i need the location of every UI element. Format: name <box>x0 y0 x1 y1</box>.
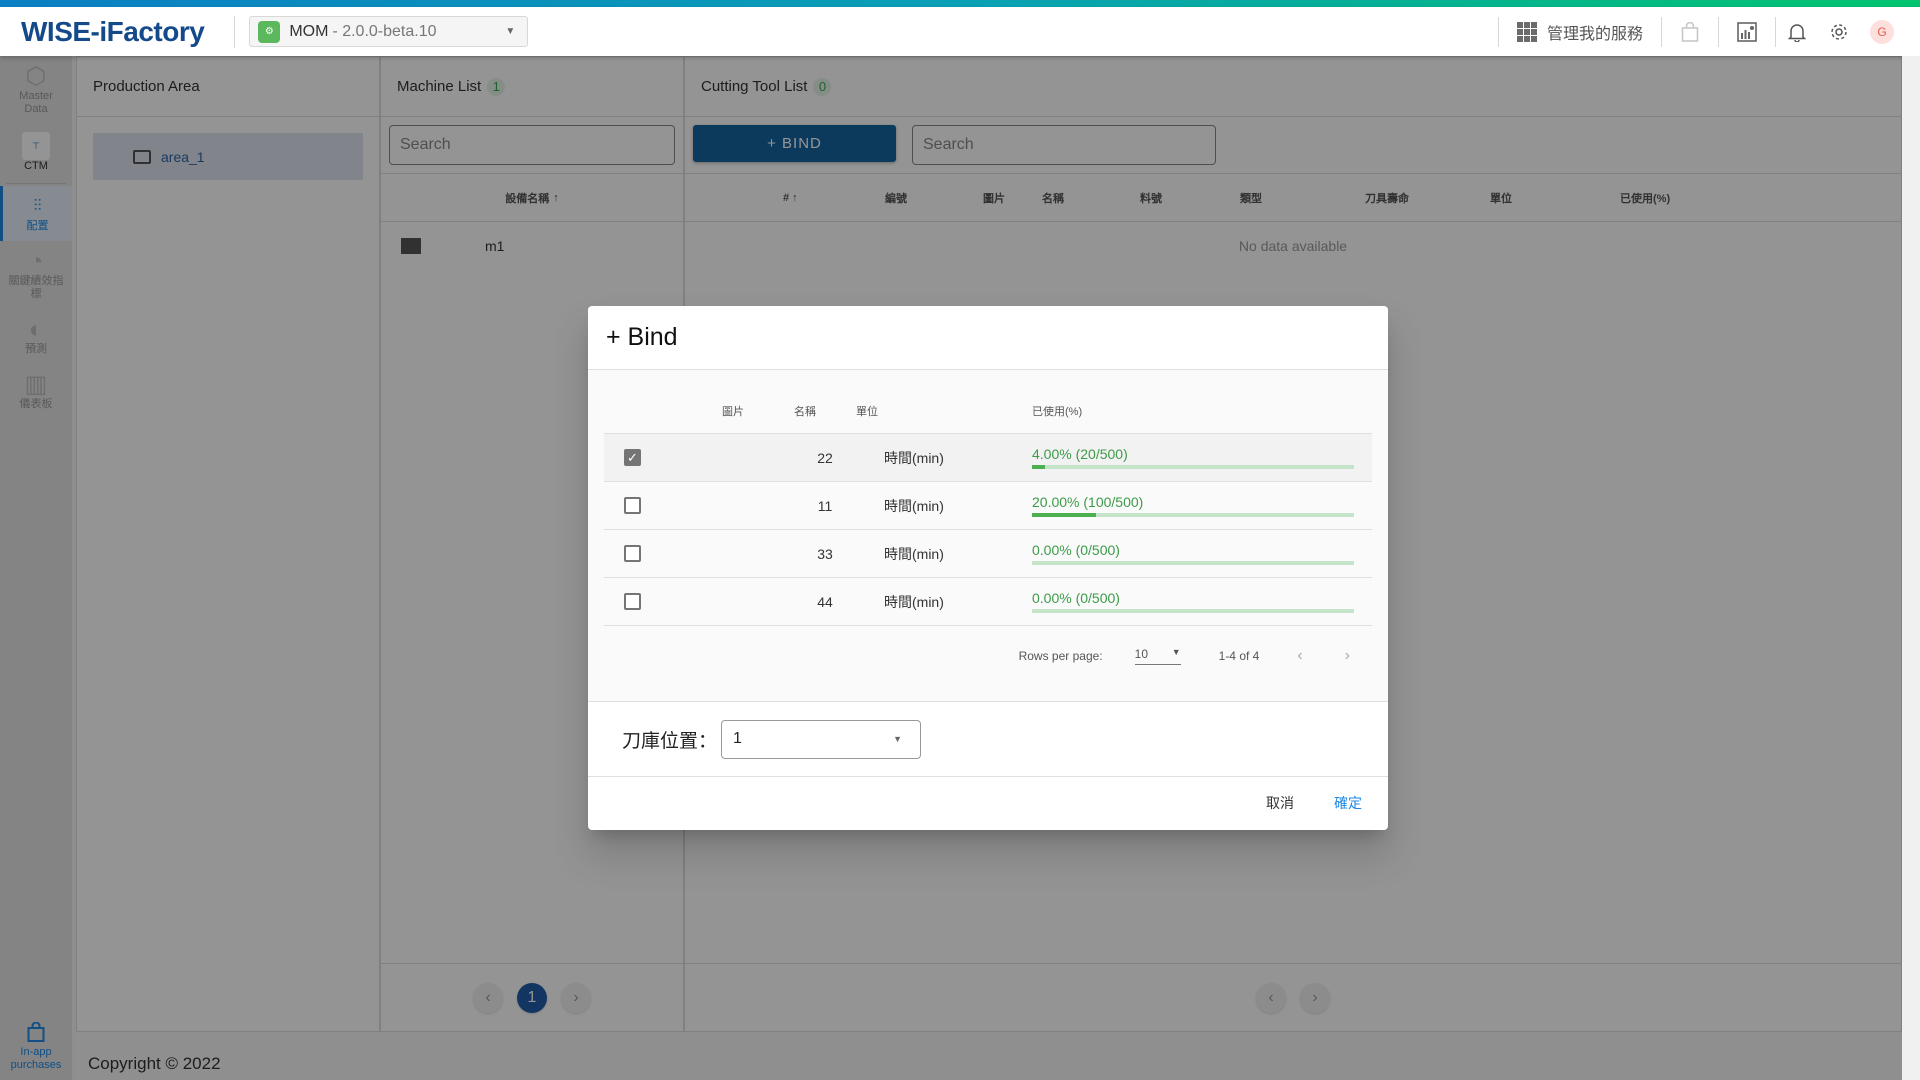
prev-page-button[interactable]: ‹ <box>1297 647 1302 665</box>
page-scrollbar[interactable] <box>1902 56 1920 1080</box>
dialog-title: + Bind <box>588 306 1388 370</box>
usage-cell: 0.00% (0/500) <box>1032 542 1354 565</box>
usage-cell: 20.00% (100/500) <box>1032 494 1354 517</box>
app-header: WISE-iFactory ⚙ MOM - 2.0.0-beta.10 ▼ 管理… <box>0 7 1920 56</box>
bind-table-row[interactable]: 11 時間(min) 20.00% (100/500) <box>604 482 1372 530</box>
usage-progress-fill <box>1032 465 1045 469</box>
bind-dialog: + Bind 圖片 名稱 單位 已使用(%) ✓ 22 時間(min) 4.00% (… <box>588 306 1388 830</box>
caret-down-icon: ▼ <box>893 734 903 744</box>
pagination-range: 1-4 of 4 <box>1218 649 1260 663</box>
tool-unit: 時間(min) <box>884 497 944 514</box>
usage-cell: 0.00% (0/500) <box>1032 590 1354 613</box>
tool-name: 44 <box>817 593 833 610</box>
usage-progress-bar <box>1032 513 1354 517</box>
tool-magazine-slot-row: 刀庫位置： 1 ▼ <box>588 702 1388 777</box>
tool-unit: 時間(min) <box>884 593 944 610</box>
header-divider <box>234 15 236 48</box>
confirm-button[interactable]: 確定 <box>1334 793 1362 813</box>
row-checkbox[interactable]: ✓ <box>624 449 641 466</box>
usage-label: 0.00% (0/500) <box>1032 542 1120 558</box>
app-logo[interactable]: WISE-iFactory <box>21 16 205 48</box>
bind-table-row[interactable]: 44 時間(min) 0.00% (0/500) <box>604 578 1372 626</box>
bell-icon[interactable] <box>1776 22 1818 42</box>
usage-progress-bar <box>1032 465 1354 469</box>
tool-unit: 時間(min) <box>884 449 944 466</box>
usage-label: 0.00% (0/500) <box>1032 590 1120 606</box>
next-page-button[interactable]: › <box>1345 647 1350 665</box>
bind-table-row[interactable]: ✓ 22 時間(min) 4.00% (20/500) <box>604 434 1372 482</box>
tool-unit: 時間(min) <box>884 545 944 562</box>
column-header-image: 圖片 <box>722 406 744 418</box>
dialog-actions: 取消 確定 <box>588 777 1388 829</box>
user-avatar[interactable]: G <box>1870 19 1894 44</box>
usage-label: 4.00% (20/500) <box>1032 446 1128 462</box>
app-selector[interactable]: ⚙ MOM - 2.0.0-beta.10 ▼ <box>249 16 529 47</box>
tool-magazine-slot-label: 刀庫位置： <box>622 730 718 752</box>
usage-progress-fill <box>1032 513 1097 517</box>
app-version: - 2.0.0-beta.10 <box>332 22 437 40</box>
column-header-name: 名稱 <box>794 406 816 418</box>
tool-magazine-slot-select[interactable]: 1 ▼ <box>721 719 922 759</box>
row-checkbox[interactable] <box>624 545 641 562</box>
row-checkbox[interactable] <box>624 497 641 514</box>
usage-progress-bar <box>1032 609 1354 613</box>
bind-table-row[interactable]: 33 時間(min) 0.00% (0/500) <box>604 530 1372 578</box>
usage-label: 20.00% (100/500) <box>1032 494 1144 510</box>
caret-down-icon: ▼ <box>505 26 516 37</box>
cancel-button[interactable]: 取消 <box>1266 793 1294 813</box>
caret-down-icon: ▼ <box>1171 647 1181 657</box>
column-header-used: 已使用(%) <box>1032 406 1083 418</box>
column-header-unit: 單位 <box>856 406 878 418</box>
dashboard-chart-icon[interactable] <box>1719 21 1775 42</box>
tool-name: 22 <box>817 449 833 466</box>
manage-services-button[interactable]: 管理我的服務 <box>1499 20 1661 44</box>
row-checkbox[interactable] <box>624 593 641 610</box>
manage-services-label: 管理我的服務 <box>1546 25 1643 43</box>
apps-grid-icon <box>1516 21 1537 42</box>
rows-per-page-select[interactable]: 10 ▼ <box>1134 647 1181 665</box>
bind-table-header: 圖片 名稱 單位 已使用(%) <box>604 370 1372 434</box>
usage-cell: 4.00% (20/500) <box>1032 446 1354 469</box>
dialog-body: 圖片 名稱 單位 已使用(%) ✓ 22 時間(min) 4.00% (20/500)… <box>588 370 1388 702</box>
top-gradient-strip <box>0 0 1920 7</box>
app-name: MOM <box>289 22 329 40</box>
shopping-bag-icon[interactable] <box>1662 21 1718 42</box>
tool-name: 11 <box>817 497 833 514</box>
tool-name: 33 <box>817 545 833 562</box>
gear-icon[interactable] <box>1818 22 1860 42</box>
bind-table-pagination: Rows per page: 10 ▼ 1-4 of 4 ‹ › <box>604 626 1372 686</box>
usage-progress-bar <box>1032 561 1354 565</box>
rows-per-page-label: Rows per page: <box>1018 649 1103 663</box>
ifactory-app-icon: ⚙ <box>258 20 281 43</box>
